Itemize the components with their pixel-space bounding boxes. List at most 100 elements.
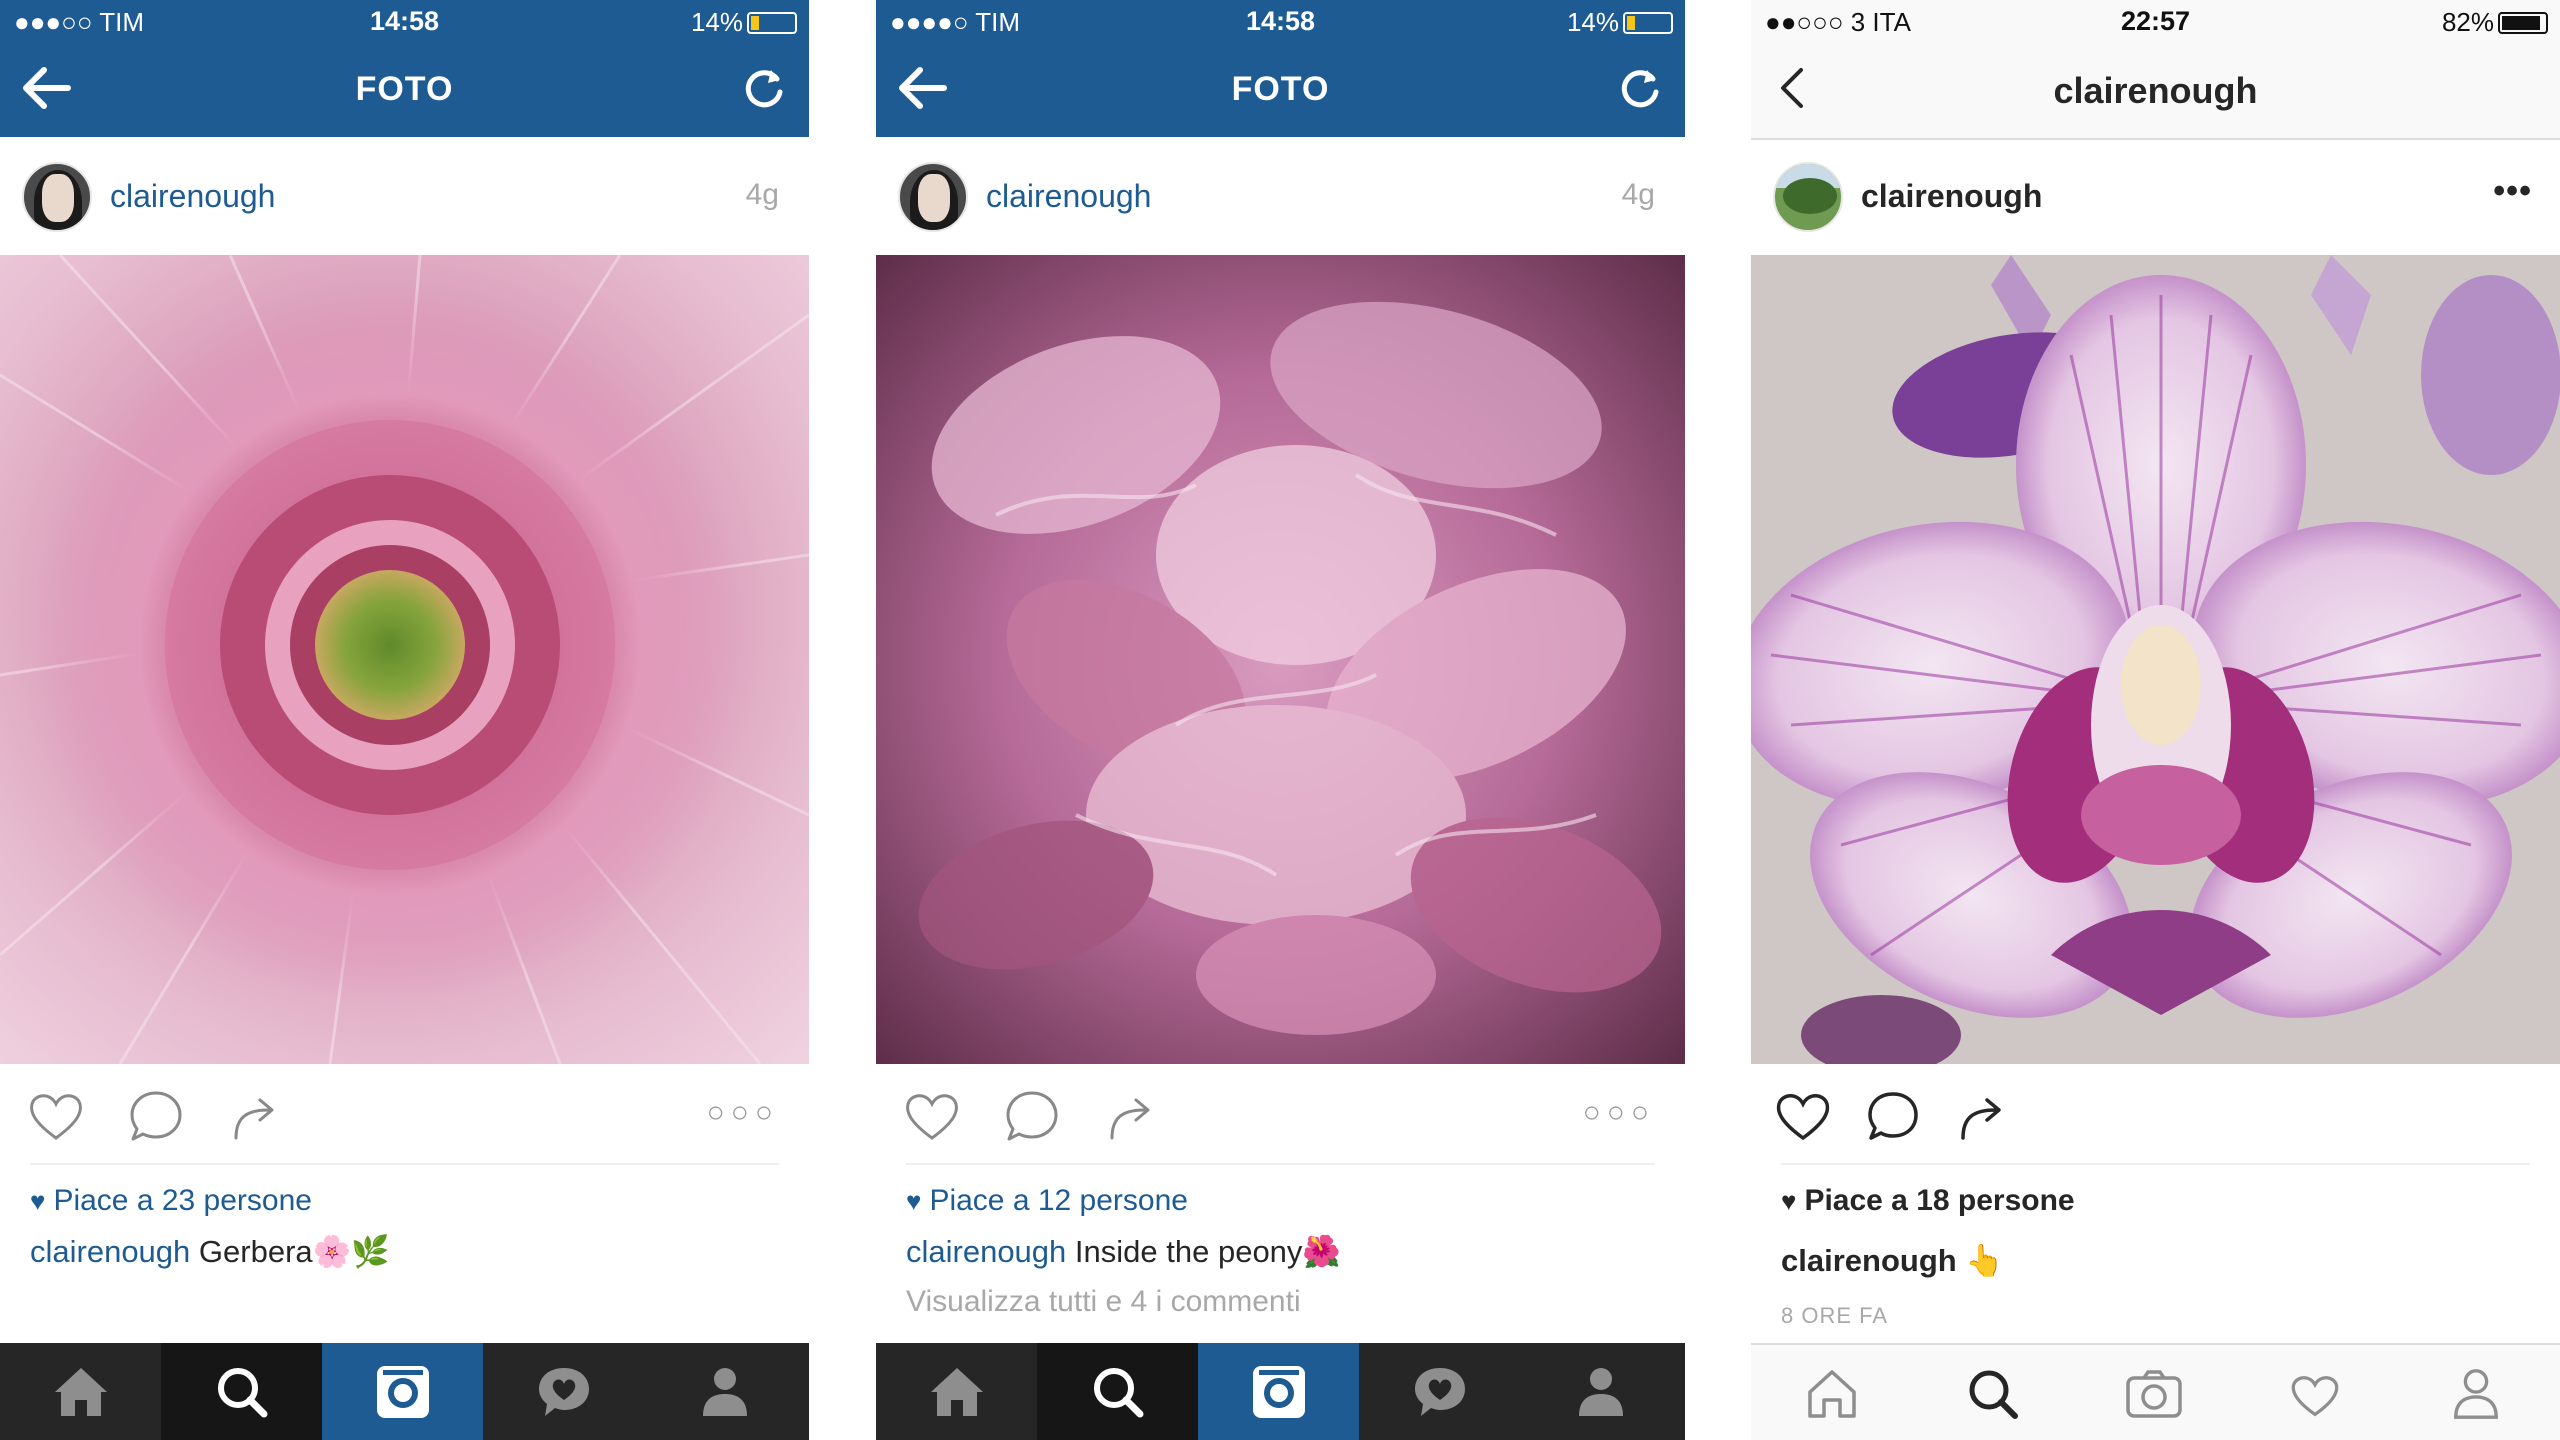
battery-status: 14%: [1567, 7, 1673, 38]
post-caption: clairenough Gerbera🌸🌿: [30, 1233, 390, 1270]
comment-icon[interactable]: [1863, 1086, 1923, 1146]
comment-icon[interactable]: [126, 1086, 186, 1146]
caption-text: Inside the peony🌺: [1074, 1234, 1342, 1269]
post-username[interactable]: clairenough: [986, 178, 1151, 215]
status-bar: ●●●●○ TIM 14:58 14%: [876, 0, 1685, 44]
tab-search[interactable]: [1037, 1343, 1198, 1440]
heart-small-icon: ♥: [30, 1186, 46, 1216]
caption-username[interactable]: clairenough: [30, 1234, 190, 1269]
tab-camera[interactable]: [322, 1343, 483, 1440]
page-title: clairenough: [2053, 70, 2258, 111]
tab-activity[interactable]: [483, 1343, 644, 1440]
share-icon[interactable]: [1953, 1086, 2013, 1146]
tab-home[interactable]: [1751, 1345, 1912, 1440]
tab-search[interactable]: [1912, 1345, 2073, 1440]
post-header: clairenough •••: [1751, 148, 2560, 253]
view-all-comments-link[interactable]: Visualizza tutti e 4 i commenti: [906, 1285, 1301, 1319]
battery-percent: 14%: [1566, 7, 1619, 37]
post-actions: ○○○: [0, 1082, 809, 1152]
profile-icon: [702, 1367, 747, 1416]
heart-icon[interactable]: [902, 1086, 962, 1146]
tab-profile[interactable]: [2395, 1345, 2556, 1440]
avatar[interactable]: [1773, 162, 1843, 232]
navigation-bar: ●●●○○ TIM 14:58 14% FOTO: [0, 0, 809, 137]
battery-icon: [1623, 12, 1673, 34]
post-username[interactable]: clairenough: [1861, 178, 2042, 215]
search-icon: [1093, 1367, 1143, 1417]
tab-home[interactable]: [0, 1343, 161, 1440]
more-icon[interactable]: ○○○: [707, 1096, 779, 1130]
divider: [1781, 1163, 2530, 1165]
divider: [30, 1163, 779, 1165]
tab-activity[interactable]: [1359, 1343, 1520, 1440]
share-icon[interactable]: [226, 1086, 286, 1146]
clock: 14:58: [1245, 6, 1316, 36]
tab-home[interactable]: [876, 1343, 1037, 1440]
avatar[interactable]: [22, 162, 92, 232]
screen-peony: ●●●●○ TIM 14:58 14% FOTO clairenough 4g: [876, 0, 1685, 1440]
search-icon: [1969, 1370, 2018, 1419]
clock: 22:57: [2120, 6, 2191, 36]
post-timestamp: 8 ORE FA: [1781, 1303, 1889, 1328]
likes-text: Piace a 18 persone: [1804, 1184, 2075, 1217]
tab-search[interactable]: [161, 1343, 322, 1440]
camera-icon: [2125, 1369, 2182, 1418]
tab-bar: [0, 1343, 809, 1440]
camera-icon: [376, 1365, 429, 1418]
battery-percent: 82%: [2441, 7, 2494, 37]
post-actions: [1751, 1082, 2560, 1152]
navigation-bar: ●●○○○ 3 ITA 22:57 82% clairenough: [1751, 0, 2560, 140]
page-title: FOTO: [355, 70, 454, 108]
caption-username[interactable]: clairenough: [1781, 1243, 1957, 1278]
tab-camera[interactable]: [2073, 1345, 2234, 1440]
profile-icon: [2453, 1368, 2498, 1419]
status-bar: ●●●○○ TIM 14:58 14%: [0, 0, 809, 44]
battery-icon: [2498, 12, 2548, 34]
heart-activity-icon: [2291, 1375, 2338, 1416]
heart-small-icon: ♥: [1781, 1186, 1797, 1216]
activity-icon: [538, 1367, 589, 1416]
heart-icon[interactable]: [1773, 1086, 1833, 1146]
likes-count[interactable]: ♥ Piace a 18 persone: [1781, 1184, 2075, 1218]
home-icon: [1807, 1369, 1856, 1418]
caption-text: 👆: [1965, 1243, 2004, 1278]
home-icon: [930, 1367, 983, 1416]
share-icon[interactable]: [1102, 1086, 1162, 1146]
camera-icon: [1252, 1365, 1305, 1418]
navigation-bar: ●●●●○ TIM 14:58 14% FOTO: [876, 0, 1685, 137]
post-header: clairenough 4g: [0, 148, 809, 253]
likes-count[interactable]: ♥ Piace a 23 persone: [30, 1184, 312, 1218]
post-caption: clairenough Inside the peony🌺: [906, 1233, 1341, 1270]
battery-percent: 14%: [690, 7, 743, 37]
more-icon[interactable]: •••: [2493, 172, 2532, 211]
battery-status: 14%: [691, 7, 797, 38]
comment-icon[interactable]: [1002, 1086, 1062, 1146]
post-actions: ○○○: [876, 1082, 1685, 1152]
tab-bar: [876, 1343, 1685, 1440]
post-username[interactable]: clairenough: [110, 178, 275, 215]
refresh-icon[interactable]: [741, 66, 787, 112]
post-photo-orchid[interactable]: [1751, 255, 2560, 1064]
post-photo-gerbera[interactable]: [0, 255, 809, 1064]
avatar[interactable]: [898, 162, 968, 232]
screen-gerbera: ●●●○○ TIM 14:58 14% FOTO clairenough 4g: [0, 0, 809, 1440]
post-photo-peony[interactable]: [876, 255, 1685, 1064]
screen-orchid: ●●○○○ 3 ITA 22:57 82% clairenough claire…: [1751, 0, 2560, 1440]
refresh-icon[interactable]: [1617, 66, 1663, 112]
post-time-ago: 4g: [745, 178, 779, 211]
page-title: FOTO: [1231, 70, 1330, 108]
caption-username[interactable]: clairenough: [906, 1234, 1066, 1269]
tab-activity[interactable]: [2234, 1345, 2395, 1440]
heart-small-icon: ♥: [906, 1186, 922, 1216]
more-icon[interactable]: ○○○: [1583, 1096, 1655, 1130]
tab-camera[interactable]: [1198, 1343, 1359, 1440]
battery-icon: [747, 12, 797, 34]
heart-icon[interactable]: [26, 1086, 86, 1146]
battery-status: 82%: [2442, 7, 2548, 38]
tab-profile[interactable]: [644, 1343, 805, 1440]
tab-bar: [1751, 1343, 2560, 1440]
search-icon: [217, 1367, 267, 1417]
tab-profile[interactable]: [1520, 1343, 1681, 1440]
divider: [906, 1163, 1655, 1165]
likes-count[interactable]: ♥ Piace a 12 persone: [906, 1184, 1188, 1218]
